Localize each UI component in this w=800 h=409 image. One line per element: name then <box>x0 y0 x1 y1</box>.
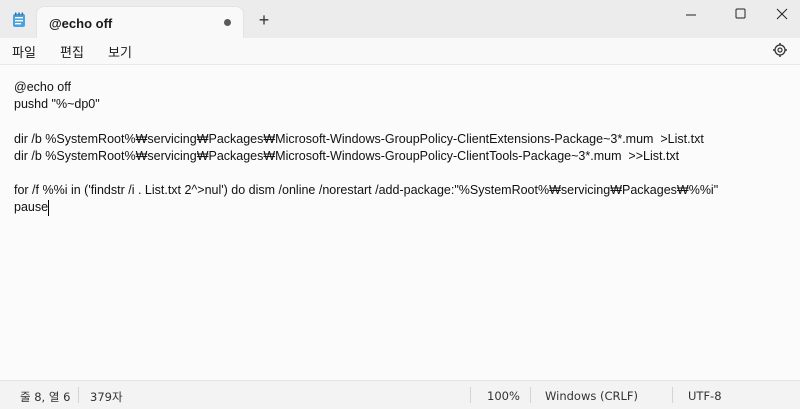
maximize-icon[interactable] <box>718 0 764 30</box>
notepad-icon <box>13 12 25 27</box>
status-separator <box>470 387 471 403</box>
status-separator <box>530 387 531 403</box>
status-bar: 줄 8, 열 6 379자 100% Windows (CRLF) UTF-8 <box>0 380 800 409</box>
status-separator <box>672 387 673 403</box>
encoding[interactable]: UTF-8 <box>688 389 722 403</box>
new-tab-button[interactable]: + <box>256 11 272 29</box>
menu-edit[interactable]: 편집 <box>60 42 84 61</box>
tab-document[interactable]: @echo off <box>36 6 244 38</box>
text-caret <box>48 200 49 216</box>
character-count: 379자 <box>90 390 123 404</box>
editor-line-1: @echo off <box>14 80 71 94</box>
menu-bar: 파일 편집 보기 <box>0 38 800 64</box>
editor-line-8: pause <box>14 200 49 214</box>
title-bar: @echo off + <box>0 0 800 38</box>
status-separator <box>78 387 79 403</box>
editor-line-4: dir /b %SystemRoot%₩servicing₩Packages₩M… <box>14 132 704 146</box>
text-editor[interactable]: @echo off pushd "%~dp0" dir /b %SystemRo… <box>0 64 800 380</box>
menu-view[interactable]: 보기 <box>108 42 132 61</box>
editor-line-2: pushd "%~dp0" <box>14 97 100 111</box>
unsaved-indicator-icon[interactable] <box>224 19 231 26</box>
zoom-level[interactable]: 100% <box>487 389 520 403</box>
minimize-icon[interactable] <box>668 0 714 30</box>
close-icon[interactable] <box>760 0 800 30</box>
editor-line-5: dir /b %SystemRoot%₩servicing₩Packages₩M… <box>14 149 680 163</box>
line-ending[interactable]: Windows (CRLF) <box>545 389 638 403</box>
tab-title: @echo off <box>49 16 113 31</box>
cursor-position: 줄 8, 열 6 <box>20 390 71 404</box>
gear-icon[interactable] <box>772 42 788 58</box>
editor-line-7: for /f %%i in ('findstr /i . List.txt 2^… <box>14 183 719 197</box>
menu-file[interactable]: 파일 <box>12 42 36 61</box>
